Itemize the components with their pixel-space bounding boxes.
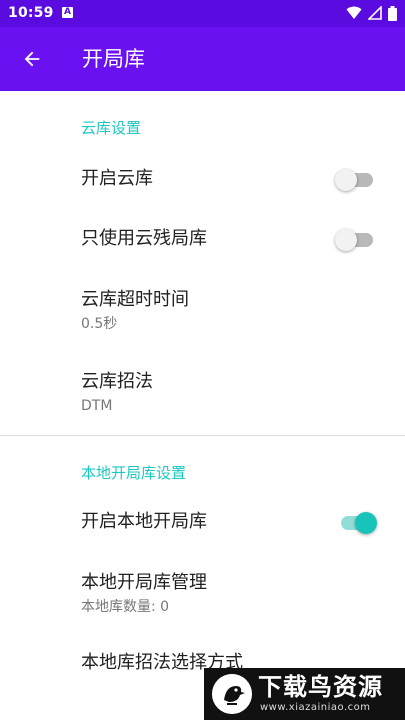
enable-cloud-title: 开启云库 — [81, 168, 153, 189]
enable-local-title: 开启本地开局库 — [81, 511, 207, 532]
arrow-back-icon — [24, 51, 40, 67]
cloud-timeout-row[interactable]: 云库超时时间 0.5秒 — [0, 270, 405, 350]
watermark-url: www.xiazainiao.com — [260, 702, 371, 713]
signal-icon — [368, 6, 382, 20]
local-management-row[interactable]: 本地开局库管理 本地库数量: 0 — [0, 553, 405, 633]
page-title: 开局库 — [82, 47, 145, 71]
switch-thumb — [355, 512, 377, 534]
section-divider — [0, 435, 405, 436]
bird-logo-icon — [212, 674, 252, 714]
notification-badge: A — [62, 7, 73, 18]
switch-thumb — [335, 229, 357, 251]
local-section-header: 本地开局库设置 — [81, 464, 187, 482]
cloud-timeout-summary: 0.5秒 — [81, 316, 118, 332]
cloud-move-method-row[interactable]: 云库招法 DTM — [0, 350, 405, 434]
status-time: 10:59 — [8, 5, 54, 21]
cloud-section-header: 云库设置 — [81, 119, 142, 137]
endgame-only-switch[interactable] — [335, 225, 375, 253]
cloud-move-method-summary: DTM — [81, 398, 113, 414]
back-button[interactable] — [16, 43, 48, 75]
status-bar: 10:59 A — [0, 0, 405, 27]
cloud-move-method-title: 云库招法 — [81, 371, 153, 392]
enable-local-switch[interactable] — [339, 508, 377, 536]
status-icons — [346, 5, 397, 21]
wifi-icon — [346, 6, 362, 19]
switch-thumb — [335, 169, 357, 191]
local-management-title: 本地开局库管理 — [81, 572, 207, 593]
enable-cloud-switch[interactable] — [335, 165, 375, 193]
endgame-only-row[interactable]: 只使用云残局库 — [0, 210, 405, 270]
app-bar: 开局库 — [0, 27, 405, 91]
enable-cloud-row[interactable]: 开启云库 — [0, 150, 405, 210]
cloud-timeout-title: 云库超时时间 — [81, 289, 189, 310]
enable-local-row[interactable]: 开启本地开局库 — [0, 493, 405, 553]
battery-icon — [388, 5, 397, 21]
endgame-only-title: 只使用云残局库 — [81, 228, 207, 249]
watermark-banner: 下载鸟资源 www.xiazainiao.com — [204, 668, 405, 720]
watermark-title: 下载鸟资源 — [258, 673, 383, 701]
local-management-summary: 本地库数量: 0 — [81, 599, 170, 615]
